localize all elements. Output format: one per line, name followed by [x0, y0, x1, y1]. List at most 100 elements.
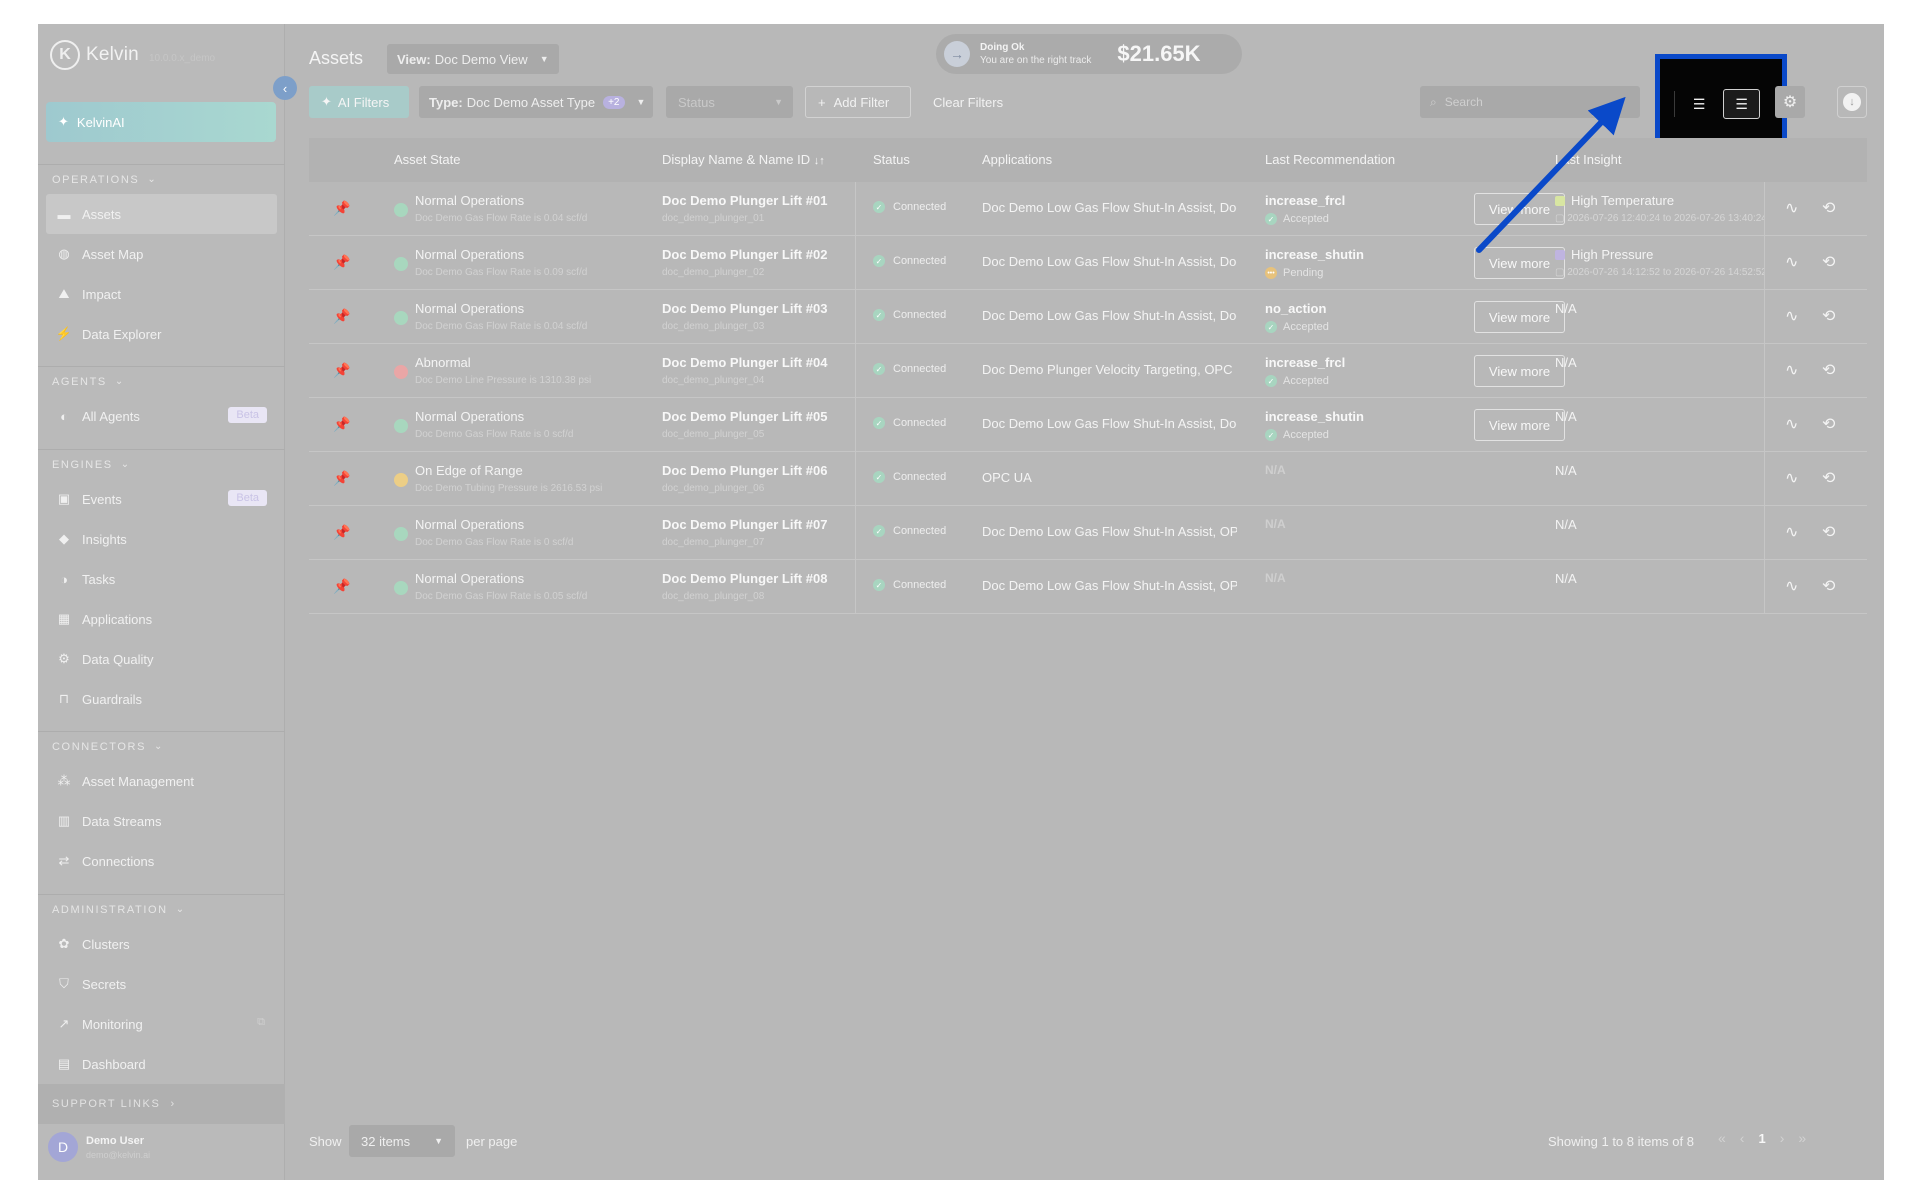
add-filter-button[interactable]: + Add Filter — [805, 86, 911, 118]
asset-display-name[interactable]: Doc Demo Plunger Lift #07 — [662, 517, 827, 532]
nav-section-header[interactable]: AGENTS ⌄ — [38, 366, 285, 396]
sidebar-item-monitoring[interactable]: ↗ Monitoring ⧉ — [38, 1004, 285, 1044]
asset-display-name[interactable]: Doc Demo Plunger Lift #03 — [662, 301, 827, 316]
pin-icon[interactable]: 📌 — [333, 416, 350, 433]
table-row[interactable]: 📌 Normal Operations Doc Demo Gas Flow Rate… — [309, 560, 1867, 614]
nav-section-header[interactable]: ADMINISTRATION ⌄ — [38, 894, 285, 924]
sidebar-item-clusters[interactable]: ✿ Clusters — [38, 924, 285, 964]
table-row[interactable]: 📌 On Edge of Range Doc Demo Tubing Pressur… — [309, 452, 1867, 506]
pin-icon[interactable]: 📌 — [333, 524, 350, 541]
asset-display-name[interactable]: Doc Demo Plunger Lift #06 — [662, 463, 827, 478]
arrow-right-icon: → — [944, 41, 970, 67]
sidebar-item-data-explorer[interactable]: ⚡ Data Explorer — [38, 314, 285, 354]
sidebar-item-all-agents[interactable]: ◐ All Agents Beta — [38, 396, 285, 436]
density-compact-button[interactable]: ☰ — [1681, 89, 1717, 119]
sidebar-item-data-streams[interactable]: ▥ Data Streams — [38, 801, 285, 841]
view-more-button[interactable]: View more — [1474, 247, 1565, 279]
pin-icon[interactable]: 📌 — [333, 200, 350, 217]
view-more-button[interactable]: View more — [1474, 301, 1565, 333]
next-page-icon[interactable]: › — [1780, 1130, 1785, 1146]
col-applications[interactable]: Applications — [982, 152, 1052, 167]
activity-chart-icon[interactable]: ∿ — [1785, 414, 1798, 434]
activity-chart-icon[interactable]: ∿ — [1785, 360, 1798, 380]
sync-settings-icon[interactable]: ⟲ — [1822, 198, 1835, 218]
divider — [1764, 452, 1765, 506]
sync-settings-icon[interactable]: ⟲ — [1822, 468, 1835, 488]
sidebar-item-guardrails[interactable]: ⊓ Guardrails — [38, 679, 285, 719]
asset-display-name[interactable]: Doc Demo Plunger Lift #05 — [662, 409, 827, 424]
settings-button[interactable]: ⚙ — [1775, 86, 1805, 118]
asset-display-name[interactable]: Doc Demo Plunger Lift #02 — [662, 247, 827, 262]
download-button[interactable]: ↓ — [1837, 86, 1867, 118]
activity-chart-icon[interactable]: ∿ — [1785, 198, 1798, 218]
sync-settings-icon[interactable]: ⟲ — [1822, 252, 1835, 272]
first-page-icon[interactable]: « — [1718, 1130, 1726, 1146]
pin-icon[interactable]: 📌 — [333, 362, 350, 379]
sidebar-item-impact[interactable]: ⛰ Impact — [38, 274, 285, 314]
status-filter-dropdown[interactable]: Status ▼ — [666, 86, 793, 118]
type-filter-dropdown[interactable]: Type: Doc Demo Asset Type +2 ▼ — [419, 86, 653, 118]
col-status[interactable]: Status — [873, 152, 910, 167]
user-profile[interactable]: D Demo User demo@kelvin.ai — [48, 1132, 150, 1162]
sidebar-item-dashboard[interactable]: ▤ Dashboard — [38, 1044, 285, 1084]
support-links[interactable]: SUPPORT LINKS › — [38, 1084, 285, 1124]
col-last-insight[interactable]: Last Insight — [1555, 152, 1622, 167]
col-asset-state[interactable]: Asset State — [394, 152, 460, 167]
kelvin-ai-button[interactable]: ✦ KelvinAI — [46, 102, 276, 142]
sidebar-item-secrets[interactable]: ⛉ Secrets — [38, 964, 285, 1004]
nav-section-header[interactable]: ENGINES ⌄ — [38, 449, 285, 479]
sync-settings-icon[interactable]: ⟲ — [1822, 522, 1835, 542]
view-more-button[interactable]: View more — [1474, 193, 1565, 225]
current-page[interactable]: 1 — [1758, 1131, 1765, 1146]
table-row[interactable]: 📌 Normal Operations Doc Demo Gas Flow Rate… — [309, 506, 1867, 560]
asset-display-name[interactable]: Doc Demo Plunger Lift #04 — [662, 355, 827, 370]
activity-chart-icon[interactable]: ∿ — [1785, 468, 1798, 488]
sync-settings-icon[interactable]: ⟲ — [1822, 414, 1835, 434]
nav-section-header[interactable]: CONNECTORS ⌄ — [38, 731, 285, 761]
asset-display-name[interactable]: Doc Demo Plunger Lift #01 — [662, 193, 827, 208]
last-page-icon[interactable]: » — [1798, 1130, 1806, 1146]
activity-chart-icon[interactable]: ∿ — [1785, 252, 1798, 272]
density-comfortable-button[interactable]: ☰ — [1723, 89, 1760, 119]
table-row[interactable]: 📌 Normal Operations Doc Demo Gas Flow Rate… — [309, 290, 1867, 344]
prev-page-icon[interactable]: ‹ — [1740, 1130, 1745, 1146]
pin-icon[interactable]: 📌 — [333, 308, 350, 325]
collapse-sidebar-button[interactable]: ‹ — [273, 76, 297, 100]
sync-settings-icon[interactable]: ⟲ — [1822, 360, 1835, 380]
asset-display-name[interactable]: Doc Demo Plunger Lift #08 — [662, 571, 827, 586]
col-last-recommendation[interactable]: Last Recommendation — [1265, 152, 1395, 167]
sidebar-item-assets[interactable]: ▬ Assets — [46, 194, 277, 234]
pin-icon[interactable]: 📌 — [333, 578, 350, 595]
sidebar-item-asset-management[interactable]: ⁂ Asset Management — [38, 761, 285, 801]
view-more-button[interactable]: View more — [1474, 409, 1565, 441]
sidebar-item-events[interactable]: ▣ Events Beta — [38, 479, 285, 519]
sidebar-item-connections[interactable]: ⇄ Connections — [38, 841, 285, 881]
pin-icon[interactable]: 📌 — [333, 254, 350, 271]
sync-settings-icon[interactable]: ⟲ — [1822, 306, 1835, 326]
performance-status[interactable]: → Doing Ok You are on the right track $2… — [936, 34, 1242, 74]
search-input[interactable]: ⌕ Search — [1420, 86, 1640, 118]
col-display-name[interactable]: Display Name & Name ID ↓↑ — [662, 152, 825, 167]
nav-section-header[interactable]: OPERATIONS ⌄ — [38, 164, 285, 194]
table-row[interactable]: 📌 Normal Operations Doc Demo Gas Flow Rate… — [309, 398, 1867, 452]
view-dropdown[interactable]: View: Doc Demo View ▼ — [387, 44, 559, 74]
activity-chart-icon[interactable]: ∿ — [1785, 522, 1798, 542]
sidebar-item-data-quality[interactable]: ⚙ Data Quality — [38, 639, 285, 679]
activity-chart-icon[interactable]: ∿ — [1785, 306, 1798, 326]
sidebar-item-applications[interactable]: ▦ Applications — [38, 599, 285, 639]
per-page-dropdown[interactable]: 32 items ▼ — [349, 1125, 455, 1157]
table-row[interactable]: 📌 Normal Operations Doc Demo Gas Flow Rate… — [309, 182, 1867, 236]
sidebar-item-asset-map[interactable]: ◍ Asset Map — [38, 234, 285, 274]
view-more-button[interactable]: View more — [1474, 355, 1565, 387]
sidebar-item-tasks[interactable]: ◑ Tasks — [38, 559, 285, 599]
activity-chart-icon[interactable]: ∿ — [1785, 576, 1798, 596]
table-row[interactable]: 📌 Abnormal Doc Demo Line Pressure is 1310.… — [309, 344, 1867, 398]
pin-icon[interactable]: 📌 — [333, 470, 350, 487]
recommendation-na: N/A — [1265, 463, 1286, 477]
table-row[interactable]: 📌 Normal Operations Doc Demo Gas Flow Rate… — [309, 236, 1867, 290]
sync-settings-icon[interactable]: ⟲ — [1822, 576, 1835, 596]
clear-filters-button[interactable]: Clear Filters — [923, 86, 1013, 118]
ai-filters-button[interactable]: ✦ AI Filters — [309, 86, 409, 118]
brand[interactable]: K Kelvin 10.0.0.x_demo — [50, 38, 215, 72]
sidebar-item-insights[interactable]: ◆ Insights — [38, 519, 285, 559]
